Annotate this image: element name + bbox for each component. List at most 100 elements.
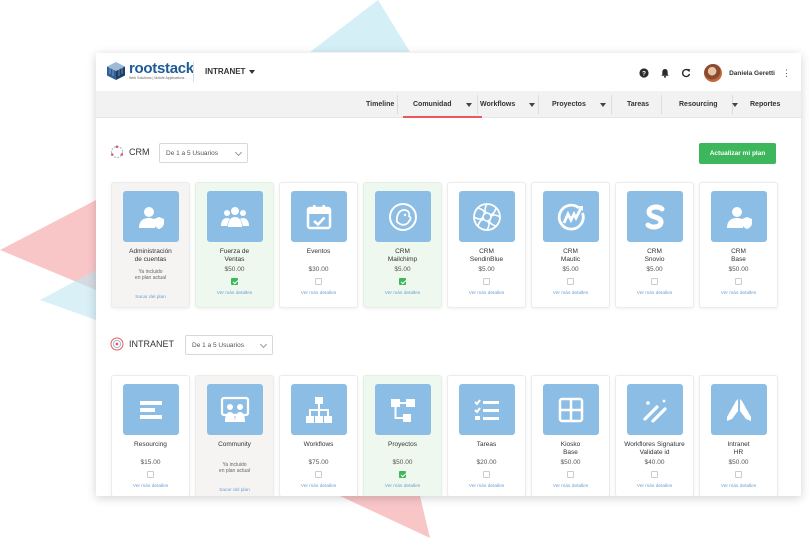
module-checkbox[interactable]: [399, 278, 406, 285]
module-name: Workflores Signature Validate id: [624, 441, 685, 456]
tab-label: Resourcing: [679, 101, 718, 108]
upgrade-plan-button[interactable]: Actualizar mi plan: [699, 143, 776, 164]
header-actions: ? Daniela Geretti ⋮: [639, 64, 791, 82]
module-checkbox[interactable]: [651, 471, 658, 478]
module-price: $50.00: [728, 459, 749, 466]
main-nav: Timeline Comunidad Workflows Proyectos Tarea…: [96, 91, 801, 118]
module-name: Administración de cuentas: [129, 248, 172, 263]
intranet-plan-select[interactable]: De 1 a 5 Usuarios: [185, 335, 273, 355]
select-value: De 1 a 5 Usuarios: [192, 341, 245, 349]
mautic-icon: [542, 191, 599, 242]
view-details-link[interactable]: Ver más detalles: [532, 291, 609, 296]
included-note: Ya incluido en plan actual: [218, 462, 251, 474]
module-checkbox[interactable]: [735, 278, 742, 285]
module-checkbox[interactable]: [147, 471, 154, 478]
view-details-link[interactable]: Ver más detalles: [616, 291, 693, 296]
rootstack-cube-icon: [107, 62, 125, 80]
module-name: CRM Mautic: [560, 248, 581, 263]
view-details-link[interactable]: Ver más detalles: [700, 291, 777, 296]
module-card[interactable]: CRM Mautic $5.00 Ver más detalles: [531, 182, 610, 308]
module-name: Community: [218, 441, 251, 448]
module-card[interactable]: Resourcing $15.00 Ver más detalles: [111, 375, 190, 496]
module-card[interactable]: CRM Snovio $5.00 Ver más detalles: [615, 182, 694, 308]
crm-plan-select[interactable]: De 1 a 5 Usuarios: [159, 143, 248, 163]
module-price: $75.00: [308, 459, 329, 466]
module-card[interactable]: Eventos $30.00 Ver más detalles: [279, 182, 358, 308]
tab-divider: [397, 95, 398, 114]
tab-divider: [477, 95, 478, 114]
user-name[interactable]: Daniela Geretti: [729, 70, 775, 77]
module-checkbox[interactable]: [567, 278, 574, 285]
module-checkbox[interactable]: [651, 278, 658, 285]
tab-reportes[interactable]: Reportes: [750, 91, 780, 118]
tab-divider: [538, 95, 539, 114]
logo[interactable]: rootstack Web Solutions | Mobile Applica…: [106, 61, 194, 81]
view-details-link[interactable]: Ver más detalles: [364, 484, 441, 489]
module-card[interactable]: Intranet HR $50.00 Ver más detalles: [699, 375, 778, 496]
module-checkbox[interactable]: [315, 471, 322, 478]
view-details-link[interactable]: Ver más detalles: [616, 484, 693, 489]
module-price: $50.00: [224, 266, 245, 273]
tab-proyectos[interactable]: Proyectos: [552, 91, 606, 118]
remove-from-plan-link[interactable]: Sacar del plan: [196, 488, 273, 493]
module-checkbox[interactable]: [483, 278, 490, 285]
view-details-link[interactable]: Ver más detalles: [280, 484, 357, 489]
module-card[interactable]: Workflores Signature Validate id $40.00 Ve…: [615, 375, 694, 496]
view-details-link[interactable]: Ver más detalles: [196, 291, 273, 296]
module-card[interactable]: Proyectos $50.00 Ver más detalles: [363, 375, 442, 496]
view-details-link[interactable]: Ver más detalles: [700, 484, 777, 489]
hands-icon: [710, 384, 767, 435]
module-card[interactable]: CRM SendinBlue $5.00 Ver más detalles: [447, 182, 526, 308]
module-price: $40.00: [644, 459, 665, 466]
tab-divider: [611, 95, 612, 114]
kebab-menu-icon[interactable]: ⋮: [782, 68, 791, 79]
tab-workflows[interactable]: Workflows: [480, 91, 536, 118]
tab-tareas[interactable]: Tareas: [627, 91, 649, 118]
module-card[interactable]: Workflows $75.00 Ver más detalles: [279, 375, 358, 496]
module-checkbox[interactable]: [735, 471, 742, 478]
view-details-link[interactable]: Ver más detalles: [112, 484, 189, 489]
module-card[interactable]: Tareas $20.00 Ver más detalles: [447, 375, 526, 496]
remove-from-plan-link[interactable]: Sacar del plan: [112, 295, 189, 300]
module-card[interactable]: Administración de cuentas Ya incluido en …: [111, 182, 190, 308]
app-switcher-dropdown[interactable]: INTRANET: [205, 67, 256, 76]
module-price: $50.00: [728, 266, 749, 273]
module-name: Eventos: [306, 248, 331, 255]
module-checkbox[interactable]: [483, 471, 490, 478]
module-card[interactable]: Kiosko Base $50.00 Ver más detalles: [531, 375, 610, 496]
view-details-link[interactable]: Ver más detalles: [280, 291, 357, 296]
tab-label: Proyectos: [552, 101, 586, 108]
view-details-link[interactable]: Ver más detalles: [448, 484, 525, 489]
logo-wordmark: rootstack: [129, 60, 194, 77]
tab-timeline[interactable]: Timeline: [366, 91, 394, 118]
tab-resourcing[interactable]: Resourcing: [679, 91, 738, 118]
refresh-icon[interactable]: [681, 68, 691, 78]
module-checkbox[interactable]: [399, 471, 406, 478]
section-header-crm: CRM: [110, 145, 150, 159]
user-shield-icon: [122, 191, 179, 242]
module-price: $5.00: [478, 266, 495, 273]
avatar[interactable]: [704, 64, 723, 82]
help-icon[interactable]: ?: [639, 68, 649, 78]
module-card[interactable]: CRM Base $50.00 Ver más detalles: [699, 182, 778, 308]
module-checkbox[interactable]: [315, 278, 322, 285]
tab-divider: [661, 95, 662, 114]
tab-comunidad[interactable]: Comunidad: [403, 91, 481, 118]
view-details-link[interactable]: Ver más detalles: [448, 291, 525, 296]
bell-icon[interactable]: [660, 68, 670, 78]
module-price: $5.00: [562, 266, 579, 273]
module-price: $20.00: [476, 459, 497, 466]
view-details-link[interactable]: Ver más detalles: [532, 484, 609, 489]
view-details-link[interactable]: Ver más detalles: [364, 291, 441, 296]
kiosk-grid-icon: [542, 384, 599, 435]
module-price: $15.00: [140, 459, 161, 466]
tab-label: Reportes: [750, 101, 781, 108]
module-price: $50.00: [392, 459, 413, 466]
module-card[interactable]: Fuerza de Ventas $50.00 Ver más detalles: [195, 182, 274, 308]
snovio-icon: [626, 191, 683, 242]
project-flow-icon: [374, 384, 431, 435]
module-card[interactable]: Community Ya incluido en plan actual Sacar…: [195, 375, 274, 496]
module-checkbox[interactable]: [231, 278, 238, 285]
module-checkbox[interactable]: [567, 471, 574, 478]
module-card[interactable]: CRM Mailchimp $5.00 Ver más detalles: [363, 182, 442, 308]
